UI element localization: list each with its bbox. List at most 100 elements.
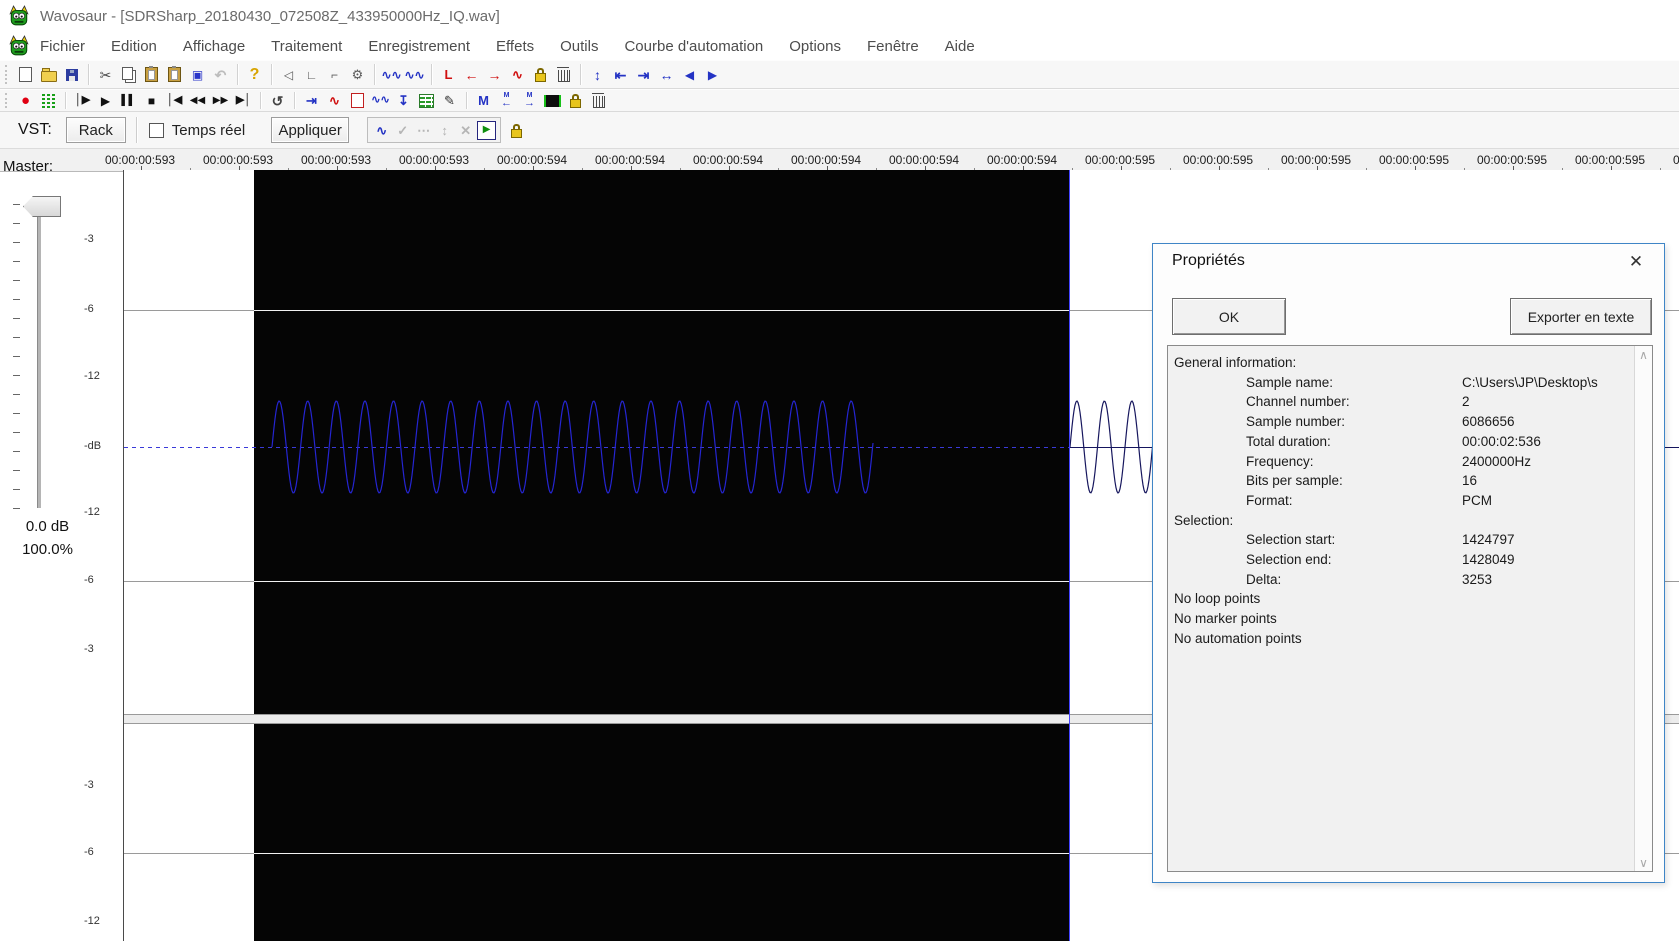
property-value: 3253 [1462,571,1493,587]
menu-item-options[interactable]: Options [789,38,841,55]
marker-wave-icon[interactable]: ∿ [506,65,529,85]
connector-icon[interactable]: ∟ [300,65,323,85]
stop-icon[interactable]: ■ [140,91,163,111]
marker-M-left-icon[interactable]: M ← [495,91,518,111]
marker-right-icon[interactable]: → [483,65,506,85]
analysis-wave-icon[interactable]: ∿ [323,91,346,111]
speaker-config-icon[interactable]: ◁ [277,65,300,85]
scroll-down-icon[interactable]: ∨ [1635,854,1652,871]
time-ruler[interactable]: 00:00:00:593 00:00:00:593 00:00:00:593 00:0… [0,148,1679,172]
rewind-icon[interactable]: ◀◀ [186,91,209,111]
loop-icon[interactable]: ↺ [266,91,289,111]
scrollbar[interactable]: ∧ ∨ [1634,346,1652,871]
master-slider-tick [13,413,20,414]
automation-curve-icon[interactable]: ∿ [371,120,392,140]
cut-icon[interactable]: ✂ [94,65,117,85]
vst-apply-button[interactable]: Appliquer [271,117,350,143]
go-end-icon-glyph: ▶│ [235,94,252,106]
level-meter-icon[interactable] [37,91,60,111]
statistics-table-icon[interactable] [415,91,438,111]
snap-right-icon[interactable]: ⇥ [632,65,655,85]
vst-rack-button[interactable]: Rack [65,117,126,143]
resample-wave-icon[interactable]: ∿∿ [369,91,392,111]
scroll-up-icon[interactable]: ∧ [1635,346,1652,363]
resample-wave-icon-glyph: ∿∿ [371,94,390,106]
automation-scale-icon[interactable]: ↕ [434,120,455,140]
automation-play-icon[interactable]: ▶ [476,120,497,140]
master-slider-tick [13,451,20,452]
ok-button[interactable]: OK [1172,298,1286,335]
delete-icon[interactable] [552,65,575,85]
mute-region-icon[interactable] [541,91,564,111]
help-icon[interactable]: ? [243,65,266,85]
menu-item-fen-tre[interactable]: Fenêtre [867,38,919,55]
save-file-icon-shape [65,68,78,81]
fit-selection-icon[interactable]: ↔ [655,65,678,85]
master-slider-tick [13,356,20,357]
close-icon[interactable]: ✕ [1624,250,1648,274]
realtime-checkbox[interactable] [148,122,164,138]
automation-lock-icon[interactable] [505,120,528,140]
property-row: No automation points [1168,628,1628,648]
marker-left-icon[interactable]: ← [460,65,483,85]
vst-bar: VST: Rack Temps réel Appliquer ∿ ✓ ⋯ ↕ ✕ ▶ [0,112,1679,149]
master-slider-tick [13,337,20,338]
open-file-icon[interactable] [37,65,60,85]
play-from-cursor-icon[interactable]: │▶ [71,91,94,111]
prev-marker-icon[interactable]: ◀ [678,65,701,85]
automation-delete-icon[interactable]: ✕ [455,120,476,140]
properties-dialog: Propriétés ✕ OK Exporter en texte Genera… [1152,243,1665,883]
zoom-vertical-icon[interactable]: ↕ [586,65,609,85]
menu-item-aide[interactable]: Aide [945,38,975,55]
insert-file-icon[interactable]: ⇥ [300,91,323,111]
wave-select-icon[interactable]: ∿∿ [380,65,403,85]
normalize-icon[interactable]: ↧ [392,91,415,111]
undo-icon[interactable]: ↶ [209,65,232,85]
marker-M-right-icon[interactable]: M → [518,91,541,111]
go-start-icon[interactable]: │◀ [163,91,186,111]
master-slider-tick [13,489,20,490]
marker-L-icon[interactable]: L [437,65,460,85]
connector-alt-icon[interactable]: ⌐ [323,65,346,85]
pencil-edit-icon[interactable]: ✎ [438,91,461,111]
lock-icon-2[interactable] [564,91,587,111]
new-file-icon[interactable] [14,65,37,85]
menu-item-effets[interactable]: Effets [496,38,534,55]
paste-icon[interactable] [140,65,163,85]
menu-item-edition[interactable]: Edition [111,38,157,55]
lock-icon[interactable] [529,65,552,85]
automation-apply-icon[interactable]: ✓ [392,120,413,140]
menu-item-enregistrement[interactable]: Enregistrement [368,38,470,55]
report-file-icon[interactable] [346,91,369,111]
menu-item-traitement[interactable]: Traitement [271,38,342,55]
selection-icon[interactable]: ▣ [186,65,209,85]
menu-item-fichier[interactable]: Fichier [40,38,85,55]
copy-icon[interactable] [117,65,140,85]
paste-special-icon[interactable] [163,65,186,85]
fast-forward-icon[interactable]: ▶▶ [209,91,232,111]
master-slider-tick [13,432,20,433]
document-monster-icon [9,35,29,56]
export-text-button[interactable]: Exporter en texte [1510,298,1652,335]
marker-M-icon[interactable]: M [472,91,495,111]
next-marker-icon[interactable]: ▶ [701,65,724,85]
master-slider-handle[interactable] [23,196,61,217]
wrench-icon[interactable]: ⚙ [346,65,369,85]
snap-left-icon[interactable]: ⇤ [609,65,632,85]
pause-icon[interactable]: ▌▌ [117,91,140,111]
master-slider-track[interactable] [37,200,41,508]
property-row: Format: PCM [1168,490,1628,510]
menu-item-outils[interactable]: Outils [560,38,598,55]
wave-select-all-icon[interactable]: ∿∿ [403,65,426,85]
property-label: Selection end: [1246,552,1332,567]
menu-item-affichage[interactable]: Affichage [183,38,245,55]
go-end-icon[interactable]: ▶│ [232,91,255,111]
db-scale-label: -3 [84,779,94,791]
delete-icon-2[interactable] [587,91,610,111]
menu-item-courbe-d-automation[interactable]: Courbe d'automation [624,38,763,55]
property-row: Delta: 3253 [1168,569,1628,589]
play-icon[interactable]: ▶ [94,91,117,111]
save-file-icon[interactable] [60,65,83,85]
record-icon[interactable]: ● [14,91,37,111]
automation-dots-icon[interactable]: ⋯ [413,120,434,140]
